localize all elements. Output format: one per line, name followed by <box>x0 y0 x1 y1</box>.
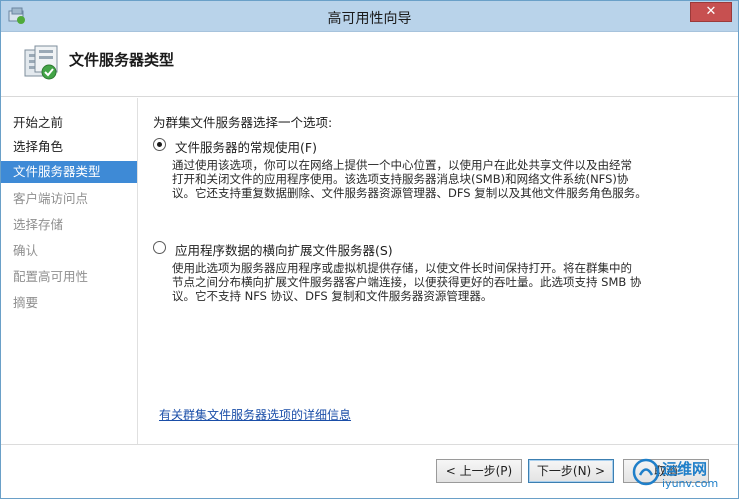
page-title: 文件服务器类型 <box>69 51 175 69</box>
more-info-link[interactable]: 有关群集文件服务器选项的详细信息 <box>159 406 351 423</box>
title-bar[interactable]: 高可用性向导 ✕ <box>1 1 738 32</box>
wizard-window: 高可用性向导 ✕ 文件服务器类型 开始之前 选择角色 文件服务器类型 客户端访问… <box>0 0 739 499</box>
wizard-footer: < 上一步(P) 下一步(N) > 取消 运维网 iyunv.com <box>1 444 738 498</box>
scale-out-description: 使用此选项为服务器应用程序或虚拟机提供存储，以使文件长时间保持打开。将在群集中的… <box>172 261 700 303</box>
nav-step-select-storage: 选择存储 <box>13 217 64 232</box>
main-content: 为群集文件服务器选择一个选项: 文件服务器的常规使用(F) 通过使用该选项，你可… <box>139 98 738 444</box>
desc-line: 节点之间分布横向扩展文件服务器客户端连接，以便获得更好的吞吐量。此选项支持 SM… <box>172 275 642 289</box>
watermark-url: iyunv.com <box>662 477 719 490</box>
desc-line: 使用此选项为服务器应用程序或虚拟机提供存储，以使文件长时间保持打开。将在群集中的 <box>172 261 632 275</box>
watermark-logo-icon <box>632 458 660 486</box>
scale-out-label[interactable]: 应用程序数据的横向扩展文件服务器(S) <box>175 240 393 259</box>
general-use-description: 通过使用该选项，你可以在网络上提供一个中心位置，以使用户在此处共享文件以及由经常… <box>172 158 700 200</box>
nav-step-configure-ha: 配置高可用性 <box>13 269 89 284</box>
desc-line: 通过使用该选项，你可以在网络上提供一个中心位置，以使用户在此处共享文件以及由经常 <box>172 158 632 172</box>
site-watermark: 运维网 iyunv.com <box>632 454 732 494</box>
nav-step-client-access-point: 客户端访问点 <box>13 191 89 206</box>
previous-button[interactable]: < 上一步(P) <box>436 459 522 483</box>
nav-step-summary: 摘要 <box>13 295 39 310</box>
desc-line: 打开和关闭文件的应用程序使用。该选项支持服务器消息块(SMB)和网络文件系统(N… <box>172 172 629 186</box>
close-button[interactable]: ✕ <box>690 2 732 22</box>
nav-step-before-you-begin[interactable]: 开始之前 <box>1 112 137 134</box>
nav-step-confirmation: 确认 <box>13 243 39 258</box>
general-use-label[interactable]: 文件服务器的常规使用(F) <box>175 137 317 156</box>
desc-line: 议。它还支持重复数据删除、文件服务器资源管理器、DFS 复制以及其他文件服务角色… <box>172 186 647 200</box>
window-title: 高可用性向导 <box>327 11 412 27</box>
page-header: 文件服务器类型 <box>1 32 738 97</box>
wizard-steps-nav: 开始之前 选择角色 文件服务器类型 客户端访问点 选择存储 确认 配置高可用性 … <box>1 98 138 444</box>
file-server-cluster-icon <box>21 44 61 82</box>
scale-out-radio[interactable] <box>153 241 166 254</box>
watermark-text: 运维网 <box>662 460 708 478</box>
desc-line: 议。它不支持 NFS 协议、DFS 复制和文件服务器资源管理器。 <box>172 289 493 303</box>
nav-step-file-server-type[interactable]: 文件服务器类型 <box>1 161 137 183</box>
next-button[interactable]: 下一步(N) > <box>528 459 614 483</box>
option-prompt: 为群集文件服务器选择一个选项: <box>153 115 333 130</box>
nav-step-select-role[interactable]: 选择角色 <box>1 136 137 158</box>
general-use-radio[interactable] <box>153 138 166 151</box>
